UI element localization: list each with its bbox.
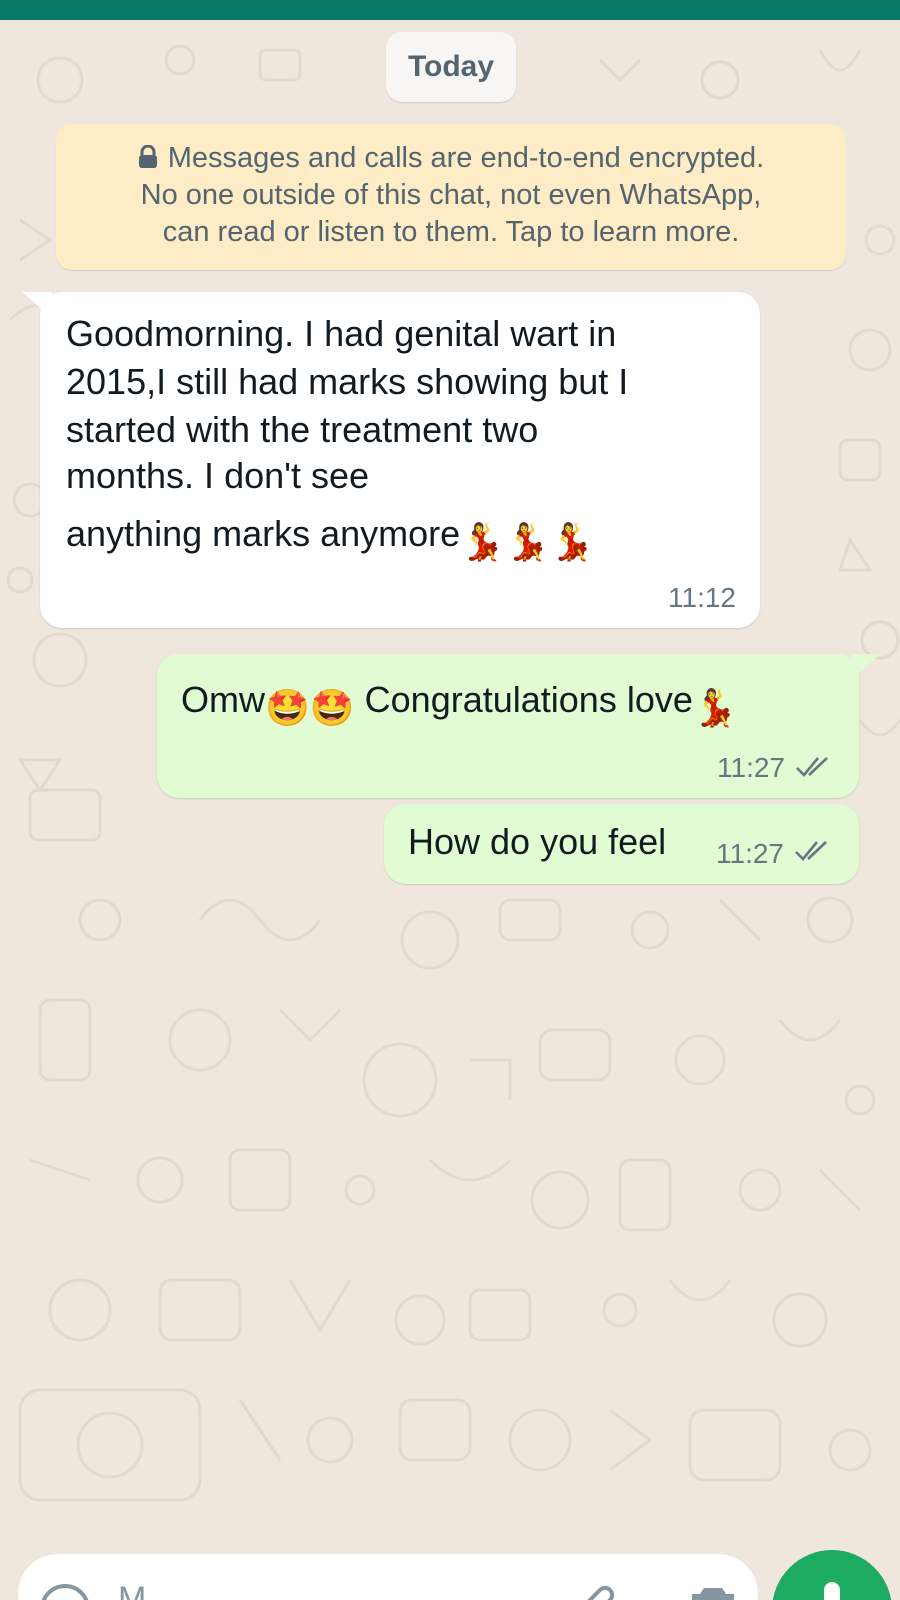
emoji-icon[interactable]	[40, 1584, 90, 1600]
lock-icon	[138, 145, 157, 168]
message-text: How do you feel	[408, 821, 667, 862]
status-bar	[0, 0, 900, 20]
encryption-notice-line-3: can read or listen to them. Tap to learn…	[162, 216, 740, 248]
message-text-part: Congratulations love	[354, 679, 693, 720]
message-time: 11:27	[716, 838, 784, 869]
dancer-emoji: 💃	[692, 687, 738, 728]
message-line-last: anything marks anymore💃💃💃	[66, 510, 595, 566]
date-divider-label: Today	[407, 50, 495, 83]
message-time: 11:27	[717, 752, 785, 783]
mic-icon	[824, 1582, 840, 1600]
double-check-icon	[796, 757, 828, 777]
message-line: Goodmorning. I had genital wart in	[66, 313, 617, 354]
message-composer[interactable]: M	[18, 1554, 758, 1600]
message-text: Omw🤩🤩 Congratulations love💃	[181, 676, 738, 732]
outgoing-message-bubble[interactable]: Omw🤩🤩 Congratulations love💃 11:27	[157, 654, 859, 798]
dancer-emoji: 💃💃💃	[460, 521, 595, 562]
double-check-icon	[795, 841, 827, 861]
message-line: 2015,I still had marks showing but I	[66, 361, 629, 402]
incoming-message-bubble[interactable]: Goodmorning. I had genital wart in 2015,…	[40, 292, 760, 628]
message-text-part: Omw	[181, 679, 265, 720]
message-line-text: anything marks anymore	[66, 513, 461, 554]
encryption-notice-line-1: Messages and calls are end-to-end encryp…	[56, 140, 846, 177]
camera-icon[interactable]	[690, 1582, 736, 1600]
message-line: started with the treatment two	[66, 409, 539, 450]
message-line: months. I don't see	[66, 455, 370, 496]
encryption-notice[interactable]: Messages and calls are end-to-end encryp…	[56, 124, 846, 270]
encryption-notice-line-2: No one outside of this chat, not even Wh…	[140, 179, 762, 211]
star-struck-emoji: 🤩🤩	[265, 687, 355, 728]
message-time: 11:12	[668, 582, 736, 613]
message-input-placeholder[interactable]: M	[118, 1580, 146, 1600]
date-divider: Today	[386, 32, 516, 102]
outgoing-message-bubble[interactable]: How do you feel 11:27	[384, 804, 859, 884]
encryption-notice-text-1: Messages and calls are end-to-end encryp…	[167, 142, 765, 174]
attach-icon[interactable]	[578, 1582, 618, 1600]
